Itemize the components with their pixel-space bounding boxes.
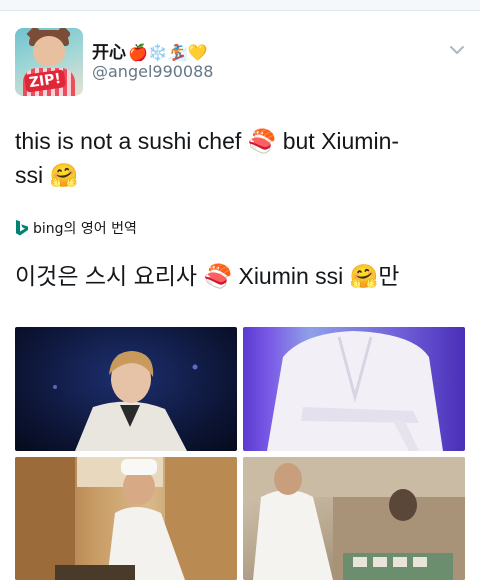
avatar-face	[33, 36, 65, 66]
translated-text: 이것은 스시 요리사 🍣 Xiumin ssi 🤗만	[15, 263, 400, 289]
photo-white-robe-art	[267, 331, 443, 451]
translation-label[interactable]: bing의 영어 번역	[15, 218, 137, 238]
photo-sushi-chef-art	[15, 457, 237, 580]
photo-xiumin-smiling-art	[53, 351, 198, 451]
bing-icon	[16, 220, 28, 236]
tweet-text-line1: this is not a sushi chef 🍣 but Xiumin-	[15, 128, 400, 154]
translation-label-text: bing의 영어 번역	[33, 221, 137, 237]
display-name-emojis: 🍎❄️🏂💛	[128, 43, 208, 62]
avatar[interactable]: ZIP!	[15, 28, 83, 96]
tweet-text: this is not a sushi chef 🍣 but Xiumin- s…	[15, 124, 465, 192]
user-handle[interactable]: @angel990088	[92, 62, 213, 81]
photo-chef-at-counter[interactable]	[243, 457, 465, 580]
photo-xiumin-smiling[interactable]	[15, 327, 237, 451]
top-divider	[0, 0, 480, 11]
display-name-text: 开心	[92, 43, 126, 63]
photo-white-robe[interactable]	[243, 327, 465, 451]
chevron-down-icon[interactable]	[447, 40, 467, 60]
display-name[interactable]: 开心 🍎❄️🏂💛	[92, 38, 208, 63]
photo-grid	[15, 327, 465, 580]
tweet-text-line2: ssi 🤗	[15, 162, 79, 188]
photo-chef-at-counter-art	[243, 457, 465, 580]
photo-sushi-chef[interactable]	[15, 457, 237, 580]
